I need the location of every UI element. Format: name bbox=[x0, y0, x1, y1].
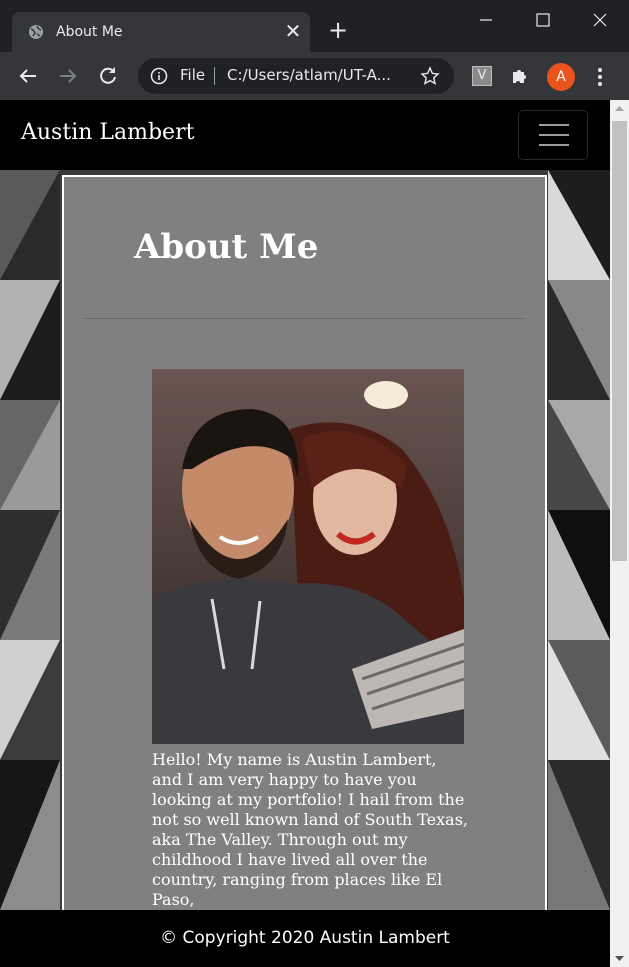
copyright-text: © Copyright 2020 Austin Lambert bbox=[160, 928, 450, 948]
profile-photo bbox=[152, 369, 464, 744]
scrollbar-thumb[interactable] bbox=[612, 121, 627, 561]
url-text[interactable]: C:/Users/atlam/UT-A... bbox=[227, 66, 391, 84]
forward-arrow-icon[interactable] bbox=[56, 64, 80, 88]
tab-close-icon[interactable]: ✕ bbox=[282, 20, 304, 42]
site-navbar: Austin Lambert bbox=[0, 100, 610, 170]
minimize-icon[interactable] bbox=[474, 8, 498, 32]
scroll-up-arrow-icon[interactable] bbox=[610, 100, 629, 117]
url-divider bbox=[214, 67, 215, 85]
profile-avatar[interactable]: A bbox=[547, 63, 575, 91]
page-scrollbar[interactable] bbox=[610, 100, 629, 967]
hamburger-bar bbox=[539, 124, 569, 126]
page-viewport: Austin Lambert About Me Hello! My name i… bbox=[0, 100, 610, 967]
bookmark-star-icon[interactable] bbox=[420, 66, 440, 86]
reload-icon[interactable] bbox=[96, 64, 120, 88]
info-icon[interactable] bbox=[150, 67, 168, 85]
tab-title: About Me bbox=[56, 24, 123, 40]
hamburger-bar bbox=[539, 144, 569, 146]
globe-icon bbox=[29, 25, 43, 39]
maximize-icon[interactable] bbox=[531, 8, 555, 32]
back-arrow-icon[interactable] bbox=[16, 64, 40, 88]
tab-strip: About Me ✕ + bbox=[0, 0, 629, 52]
browser-tab[interactable]: About Me ✕ bbox=[12, 12, 310, 52]
new-tab-button[interactable]: + bbox=[326, 18, 350, 42]
extension-v-icon[interactable]: V bbox=[472, 66, 492, 86]
url-scheme-label: File bbox=[180, 66, 206, 84]
window-close-icon[interactable] bbox=[588, 8, 612, 32]
site-footer: © Copyright 2020 Austin Lambert bbox=[0, 910, 610, 967]
more-menu-icon[interactable] bbox=[592, 66, 608, 88]
address-bar[interactable]: File C:/Users/atlam/UT-A... bbox=[138, 58, 454, 94]
navbar-toggle-button[interactable] bbox=[518, 110, 588, 160]
hamburger-bar bbox=[539, 134, 569, 136]
bio-text: Hello! My name is Austin Lambert, and I … bbox=[152, 750, 468, 909]
scroll-down-arrow-icon[interactable] bbox=[610, 950, 629, 967]
divider bbox=[84, 318, 526, 319]
extensions-puzzle-icon[interactable] bbox=[510, 66, 530, 86]
about-card: About Me Hello! My name is Austin Lamber… bbox=[62, 175, 547, 935]
site-brand[interactable]: Austin Lambert bbox=[21, 120, 194, 145]
browser-toolbar: File C:/Users/atlam/UT-A... bbox=[0, 52, 629, 100]
page-title: About Me bbox=[134, 227, 319, 267]
